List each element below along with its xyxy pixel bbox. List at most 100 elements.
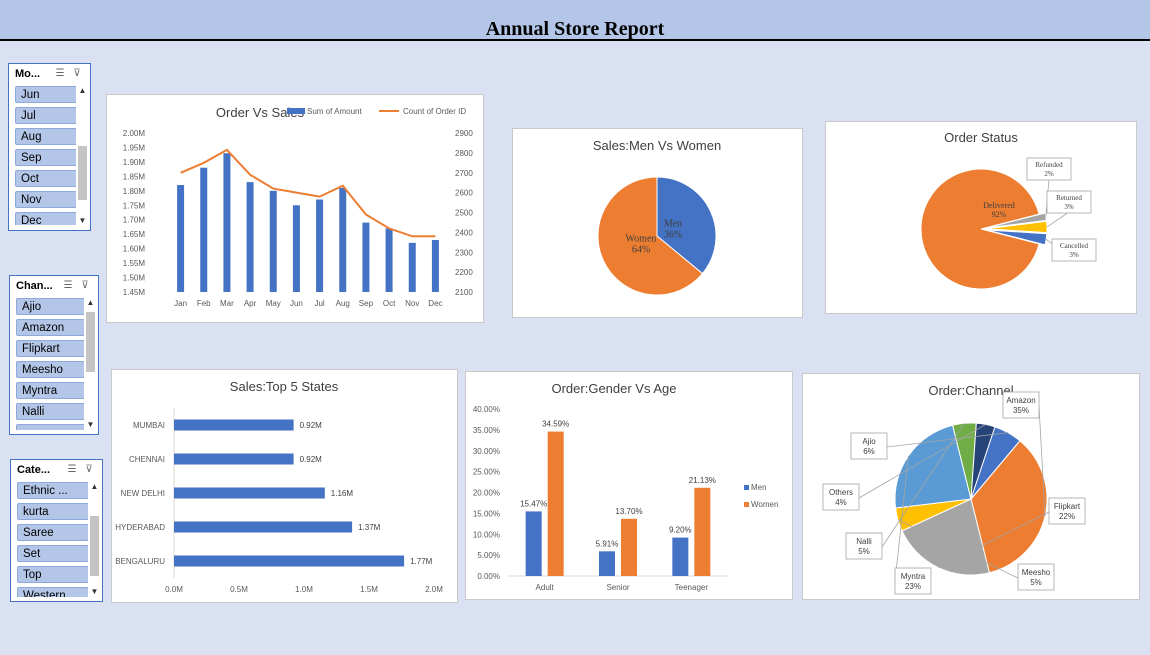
y-tick-label: 1.55M xyxy=(123,259,146,268)
x-tick-label: Jul xyxy=(314,299,324,308)
y2-tick-label: 2700 xyxy=(455,169,473,178)
data-label-pct: 23% xyxy=(905,582,921,591)
scroll-up-icon[interactable]: ▲ xyxy=(77,86,88,96)
leader-line xyxy=(1046,211,1070,228)
y2-tick-label: 2200 xyxy=(455,268,473,277)
slicer-item[interactable]: Nalli xyxy=(16,403,84,420)
slicer-item[interactable]: Amazon xyxy=(16,319,84,336)
slicer-item[interactable]: Sep xyxy=(15,149,76,166)
slicer-category[interactable]: Cate... ☰ ⊽ Ethnic ... kurta Saree Set Top… xyxy=(10,459,103,602)
data-label-pct: 22% xyxy=(1059,512,1075,521)
chart-men-vs-women[interactable]: Sales:Men Vs Women Men 36% Women 64% xyxy=(512,128,803,318)
chart-order-status[interactable]: Order Status Delivered 92% Refunded 2% Return… xyxy=(825,121,1137,314)
slicer-scrollbar[interactable]: ▲ ▼ xyxy=(77,86,88,226)
x-tick-label: Senior xyxy=(606,583,629,592)
scroll-thumb[interactable] xyxy=(90,516,99,576)
bar-amount xyxy=(431,239,439,292)
legend-swatch-men xyxy=(744,485,749,490)
data-label: 1.77M xyxy=(410,557,433,566)
clear-filter-icon[interactable]: ⊽ xyxy=(78,280,92,292)
slicer-channel[interactable]: Chan... ☰ ⊽ Ajio Amazon Flipkart Meesho My… xyxy=(9,275,99,435)
slicer-item[interactable]: Saree xyxy=(17,524,88,541)
bar-amount xyxy=(223,153,231,292)
data-label-pct: 6% xyxy=(863,447,875,456)
multi-select-icon[interactable]: ☰ xyxy=(61,280,75,292)
scroll-down-icon[interactable]: ▼ xyxy=(89,587,100,597)
chart-title: Sales:Men Vs Women xyxy=(593,138,721,153)
scroll-down-icon[interactable]: ▼ xyxy=(85,420,96,430)
slicer-item[interactable]: Dec xyxy=(15,212,76,225)
y-tick-label: 1.90M xyxy=(123,158,146,167)
x-tick-label: 0.5M xyxy=(230,585,248,594)
data-label-name: Flipkart xyxy=(1054,502,1081,511)
multi-select-icon[interactable]: ☰ xyxy=(65,464,79,476)
x-tick-label: Sep xyxy=(359,299,374,308)
data-label-pct: 35% xyxy=(1013,406,1029,415)
chart-order-channel[interactable]: Order:Channel Amazon 35% Flipkart 22% Meesho 5… xyxy=(802,373,1140,600)
slicer-item[interactable]: Ethnic ... xyxy=(17,482,88,499)
slicer-month[interactable]: Mo... ☰ ⊽ Jun Jul Aug Sep Oct Nov Dec ▲ ▼ xyxy=(8,63,91,231)
slicer-item[interactable]: ... xyxy=(16,424,84,430)
y2-tick-label: 2300 xyxy=(455,248,473,257)
slicer-item[interactable]: Meesho xyxy=(16,361,84,378)
y-tick-label: 1.85M xyxy=(123,172,146,181)
data-label: 0.92M xyxy=(300,421,323,430)
data-label-name: Refunded xyxy=(1035,161,1063,169)
scroll-down-icon[interactable]: ▼ xyxy=(77,216,88,226)
bar-state xyxy=(174,453,294,465)
slicer-item[interactable]: Oct xyxy=(15,170,76,187)
chart-title: Sales:Top 5 States xyxy=(230,379,339,394)
slicer-title: Cate... xyxy=(17,464,51,476)
scroll-thumb[interactable] xyxy=(78,146,87,200)
chart-top5-states[interactable]: Sales:Top 5 States MUMBAI 0.92M CHENNAI 0.92… xyxy=(111,369,458,603)
clear-filter-icon[interactable]: ⊽ xyxy=(70,68,84,80)
chart-title: Order:Channel xyxy=(928,383,1013,398)
data-label-pct: 4% xyxy=(835,498,847,507)
slicer-item[interactable]: kurta xyxy=(17,503,88,520)
slicer-item[interactable]: Western ... xyxy=(17,587,88,597)
scroll-up-icon[interactable]: ▲ xyxy=(85,298,96,308)
x-tick-label: Apr xyxy=(244,299,257,308)
slicer-item[interactable]: Nov xyxy=(15,191,76,208)
multi-select-icon[interactable]: ☰ xyxy=(53,68,67,80)
chart-title: Order:Gender Vs Age xyxy=(551,381,676,396)
slicer-scrollbar[interactable]: ▲ ▼ xyxy=(85,298,96,430)
data-label: 34.59% xyxy=(542,420,569,429)
legend-label-count: Count of Order ID xyxy=(403,107,466,116)
slicer-item[interactable]: Ajio xyxy=(16,298,84,315)
slicer-item[interactable]: Top xyxy=(17,566,88,583)
order-status-svg: Order Status Delivered92% Refunded2% Return… xyxy=(920,130,1097,290)
y-tick-label: 1.75M xyxy=(123,201,146,210)
legend-swatch-amount xyxy=(287,108,305,114)
slicer-item[interactable]: Myntra xyxy=(16,382,84,399)
bar-amount xyxy=(316,199,324,292)
x-tick-label: Nov xyxy=(405,299,419,308)
scroll-up-icon[interactable]: ▲ xyxy=(89,482,100,492)
bar-amount xyxy=(362,222,370,292)
y-tick-label: 0.00% xyxy=(477,572,500,581)
slicer-item[interactable]: Aug xyxy=(15,128,76,145)
slicer-item[interactable]: Jul xyxy=(15,107,76,124)
scroll-thumb[interactable] xyxy=(86,312,95,372)
y-tick-label: MUMBAI xyxy=(133,421,165,430)
bar-men xyxy=(525,511,542,576)
slicer-item[interactable]: Flipkart xyxy=(16,340,84,357)
chart-gender-vs-age[interactable]: Order:Gender Vs Age 40.00% 35.00% 30.00% 25.… xyxy=(465,371,793,600)
y2-tick-label: 2400 xyxy=(455,228,473,237)
slicer-item[interactable]: Jun xyxy=(15,86,76,103)
slicer-scrollbar[interactable]: ▲ ▼ xyxy=(89,482,100,597)
y-tick-label: 1.70M xyxy=(123,216,146,225)
data-label: 5.91% xyxy=(596,539,619,548)
chart-order-vs-sales[interactable]: Order Vs Sales Sum of Amount Count of Orde… xyxy=(106,94,484,323)
y2-tick-label: 2900 xyxy=(455,129,473,138)
report-title: Annual Store Report xyxy=(485,18,665,39)
clear-filter-icon[interactable]: ⊽ xyxy=(82,464,96,476)
report-title-bar: Annual Store Report xyxy=(0,0,1150,41)
y-tick-label: 1.60M xyxy=(123,245,146,254)
slicer-item[interactable]: Set xyxy=(17,545,88,562)
y2-tick-label: 2500 xyxy=(455,209,473,218)
y-tick-label: 5.00% xyxy=(477,551,500,560)
data-label-pct: 2% xyxy=(1044,170,1054,178)
bar-amount xyxy=(200,167,208,292)
data-label: 0.92M xyxy=(300,455,323,464)
